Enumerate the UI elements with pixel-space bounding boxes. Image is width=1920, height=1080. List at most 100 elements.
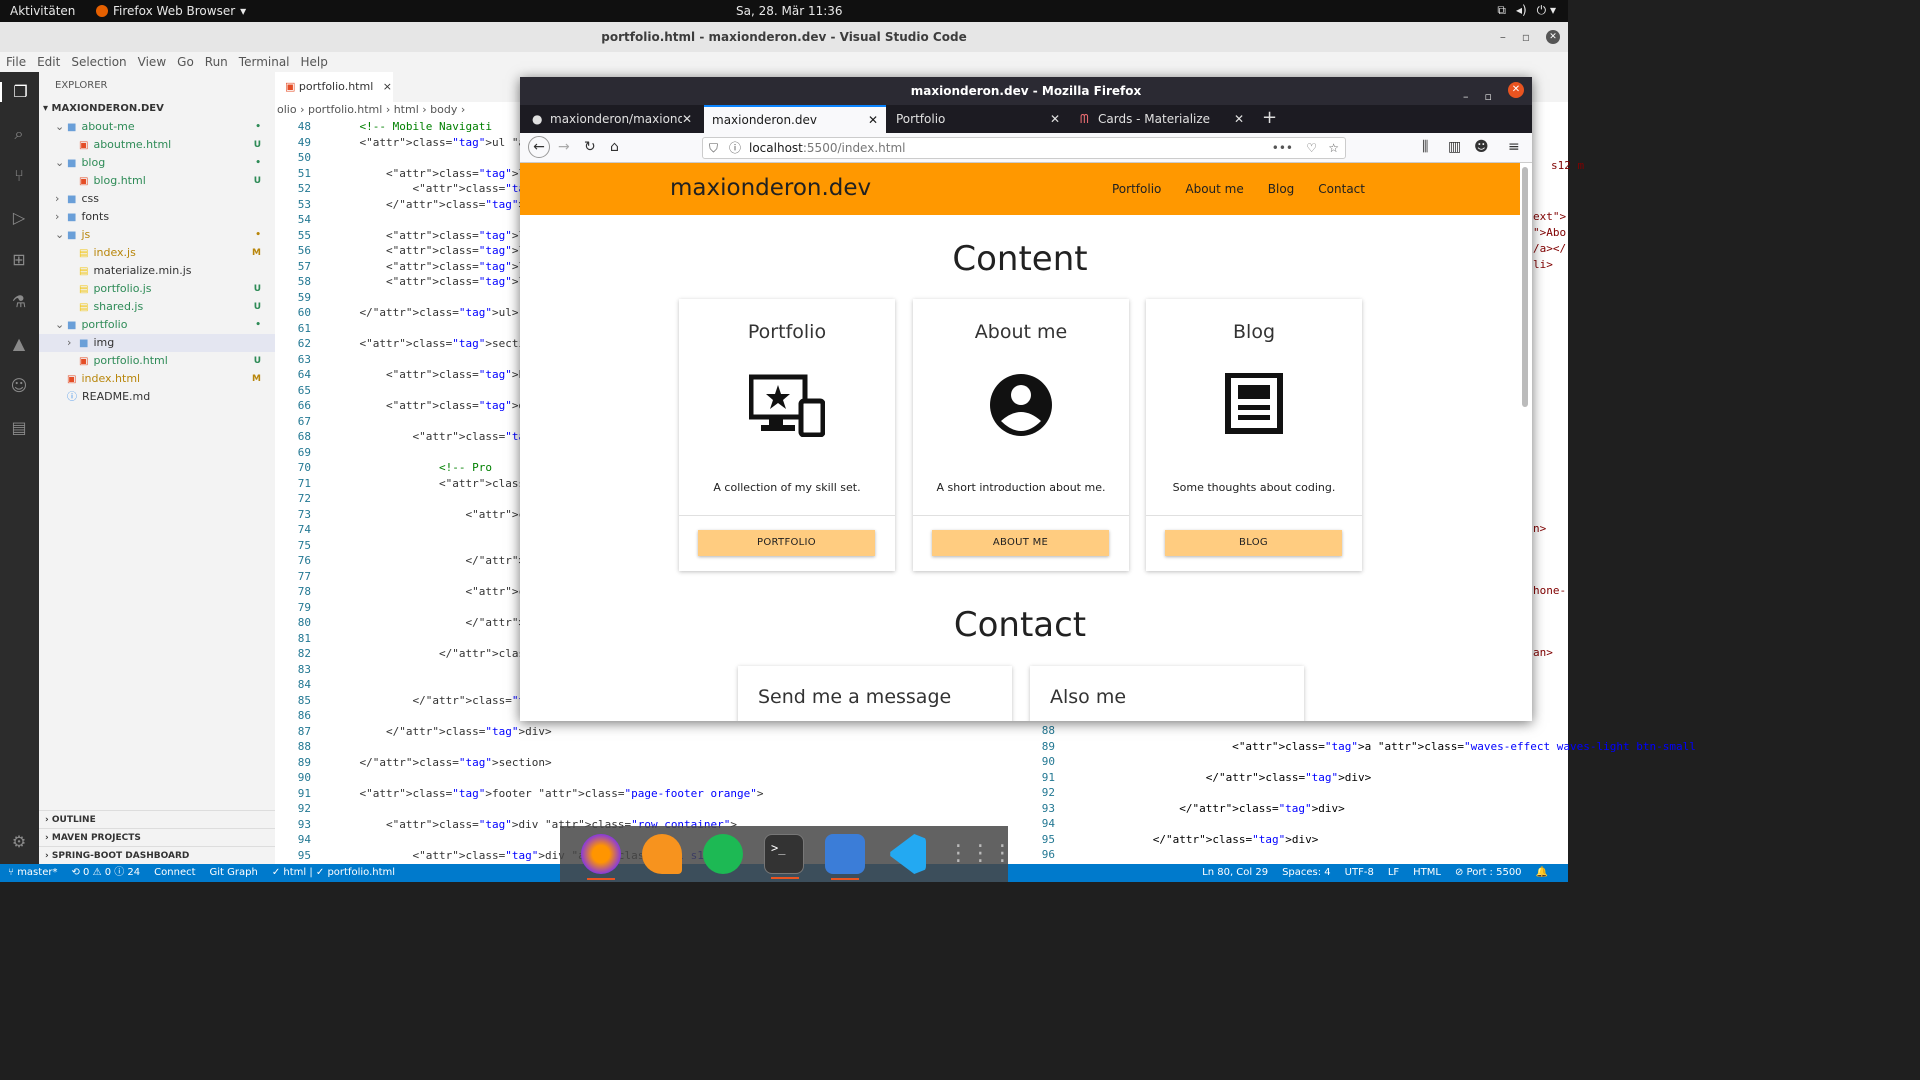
source-control-icon[interactable]: ⑂ — [9, 166, 29, 186]
menu-run[interactable]: Run — [205, 55, 228, 69]
tree-item[interactable]: ⌄ ■ blog • — [39, 154, 275, 172]
activities-button[interactable]: Aktivitäten — [10, 4, 75, 18]
close-button[interactable]: ✕ — [1508, 82, 1524, 98]
notifications-icon[interactable]: 🔔 — [1536, 864, 1548, 882]
tab-portfolio[interactable]: Portfolio ✕ — [888, 105, 1068, 133]
tree-item[interactable]: › ■ css — [39, 190, 275, 208]
clock[interactable]: Sa, 28. Mär 11:36 — [736, 4, 843, 18]
menu-terminal[interactable]: Terminal — [239, 55, 290, 69]
connect-status[interactable]: Connect — [154, 864, 195, 882]
explorer-icon[interactable]: ❐ — [0, 82, 39, 102]
about-me-button[interactable]: ABOUT ME — [932, 530, 1109, 556]
system-tray[interactable]: ⧉ ◂) ⏻ ▾ — [1497, 3, 1556, 18]
app-menu[interactable]: Firefox Web Browser ▾ — [96, 4, 246, 18]
database-icon[interactable]: ▤ — [9, 418, 29, 438]
reload-icon[interactable]: ↻ — [584, 139, 596, 155]
tree-item[interactable]: ▤ index.js M — [39, 244, 275, 262]
tab-maxionderon[interactable]: maxionderon.dev ✕ — [704, 105, 886, 133]
file-manager-dock-icon[interactable] — [825, 834, 866, 880]
line-ending[interactable]: LF — [1388, 864, 1399, 882]
nav-link-blog[interactable]: Blog — [1268, 182, 1295, 196]
workspace-root[interactable]: ▾ MAXIONDERON.DEV — [39, 100, 275, 118]
firefox-dock-icon[interactable] — [580, 834, 621, 880]
indentation[interactable]: Spaces: 4 — [1282, 864, 1331, 882]
pocket-icon[interactable]: ♡ — [1306, 138, 1317, 158]
run-debug-icon[interactable]: ▷ — [9, 208, 29, 228]
nav-link-contact[interactable]: Contact — [1318, 182, 1365, 196]
account-icon[interactable]: ☻ — [1474, 139, 1489, 155]
extensions-icon[interactable]: ⊞ — [9, 250, 29, 270]
tree-item[interactable]: ▣ portfolio.html U — [39, 352, 275, 370]
menu-help[interactable]: Help — [301, 55, 328, 69]
spring-boot-section[interactable]: › SPRING-BOOT DASHBOARD — [39, 846, 275, 864]
back-icon[interactable]: ← — [528, 136, 550, 158]
site-brand[interactable]: maxionderon.dev — [670, 175, 871, 201]
new-tab-icon[interactable]: + — [1262, 107, 1277, 128]
chevron-right-icon: › — [45, 833, 49, 843]
tree-item[interactable]: ⌄ ■ about-me • — [39, 118, 275, 136]
close-icon[interactable]: ✕ — [868, 107, 878, 133]
tree-item[interactable]: ▣ aboutme.html U — [39, 136, 275, 154]
live-server-port[interactable]: ⊘ Port : 5500 — [1455, 864, 1522, 882]
vscode-dock-icon[interactable] — [890, 834, 927, 874]
tree-item[interactable]: ⓘ README.md — [39, 388, 275, 406]
hamburger-menu-icon[interactable]: ≡ — [1508, 139, 1520, 155]
close-icon[interactable]: × — [383, 80, 392, 93]
menu-view[interactable]: View — [138, 55, 166, 69]
tree-item[interactable]: ▤ materialize.min.js — [39, 262, 275, 280]
remote-icon[interactable]: ☺ — [9, 376, 29, 396]
library-icon[interactable]: ⫼ — [1422, 139, 1428, 155]
menu-edit[interactable]: Edit — [37, 55, 60, 69]
close-button[interactable]: ✕ — [1546, 30, 1560, 44]
menu-file[interactable]: File — [6, 55, 26, 69]
maximize-button[interactable]: ▫ — [1522, 22, 1530, 52]
close-icon[interactable]: ✕ — [1234, 105, 1244, 133]
tree-item[interactable]: ⌄ ■ portfolio • — [39, 316, 275, 334]
tree-item[interactable]: ▣ blog.html U — [39, 172, 275, 190]
testing-icon[interactable]: ⚗ — [9, 292, 29, 312]
cursor-position[interactable]: Ln 80, Col 29 — [1202, 864, 1268, 882]
problems-indicator[interactable]: ⟲ 0 ⚠ 0 ⓘ 24 — [71, 864, 140, 882]
language-mode[interactable]: HTML — [1413, 864, 1441, 882]
home-icon[interactable]: ⌂ — [610, 139, 619, 155]
nav-link-portfolio[interactable]: Portfolio — [1112, 182, 1161, 196]
portfolio-button[interactable]: PORTFOLIO — [698, 530, 875, 556]
language-checks[interactable]: ✓ html | ✓ portfolio.html — [272, 864, 395, 882]
sidebar-icon[interactable]: ▥ — [1448, 139, 1461, 155]
close-icon[interactable]: ✕ — [682, 105, 692, 133]
tree-item[interactable]: › ■ img — [39, 334, 275, 352]
spotify-dock-icon[interactable] — [702, 834, 743, 874]
code-content-split[interactable]: <"attr">class="tag">a "attr">class="wave… — [1060, 723, 1696, 863]
editor-tab-portfolio[interactable]: ▣ portfolio.html × — [275, 72, 393, 102]
search-icon[interactable]: ⌕ — [9, 124, 29, 144]
git-graph-status[interactable]: Git Graph — [210, 864, 258, 882]
nav-link-about[interactable]: About me — [1185, 182, 1243, 196]
page-scrollbar[interactable] — [1522, 167, 1528, 407]
tree-item[interactable]: ⌄ ■ js • — [39, 226, 275, 244]
outline-section[interactable]: › OUTLINE — [39, 810, 275, 828]
tab-materialize[interactable]: ᗰ Cards - Materialize ✕ — [1072, 105, 1252, 133]
blog-button[interactable]: BLOG — [1165, 530, 1342, 556]
terminal-dock-icon[interactable]: >_ — [763, 834, 804, 879]
tree-item[interactable]: ▤ shared.js U — [39, 298, 275, 316]
minimize-button[interactable]: – — [1500, 22, 1506, 52]
tree-item[interactable]: ▤ portfolio.js U — [39, 280, 275, 298]
tree-item[interactable]: › ■ fonts — [39, 208, 275, 226]
azure-icon[interactable]: ▲ — [9, 334, 29, 354]
forward-icon[interactable]: → — [558, 139, 570, 155]
mango-dock-icon[interactable] — [641, 834, 682, 874]
tab-github[interactable]: ● maxionderon/maxionderon ✕ — [524, 105, 700, 133]
close-icon[interactable]: ✕ — [1050, 105, 1060, 133]
menu-go[interactable]: Go — [177, 55, 194, 69]
gear-icon[interactable]: ⚙ — [9, 832, 29, 852]
page-actions-icon[interactable]: ••• — [1272, 138, 1293, 158]
tree-item[interactable]: ▣ index.html M — [39, 370, 275, 388]
app-grid-icon[interactable]: ⋮⋮⋮ — [947, 834, 1013, 874]
url-bar[interactable]: ⛉ ⓘ localhost:5500/index.html ••• ♡ ☆ — [702, 137, 1346, 159]
maven-section[interactable]: › MAVEN PROJECTS — [39, 828, 275, 846]
git-branch[interactable]: ⑂ master* — [8, 864, 57, 882]
bookmark-star-icon[interactable]: ☆ — [1328, 138, 1339, 158]
encoding[interactable]: UTF-8 — [1345, 864, 1374, 882]
url-host: localhost — [749, 141, 803, 155]
menu-selection[interactable]: Selection — [71, 55, 126, 69]
